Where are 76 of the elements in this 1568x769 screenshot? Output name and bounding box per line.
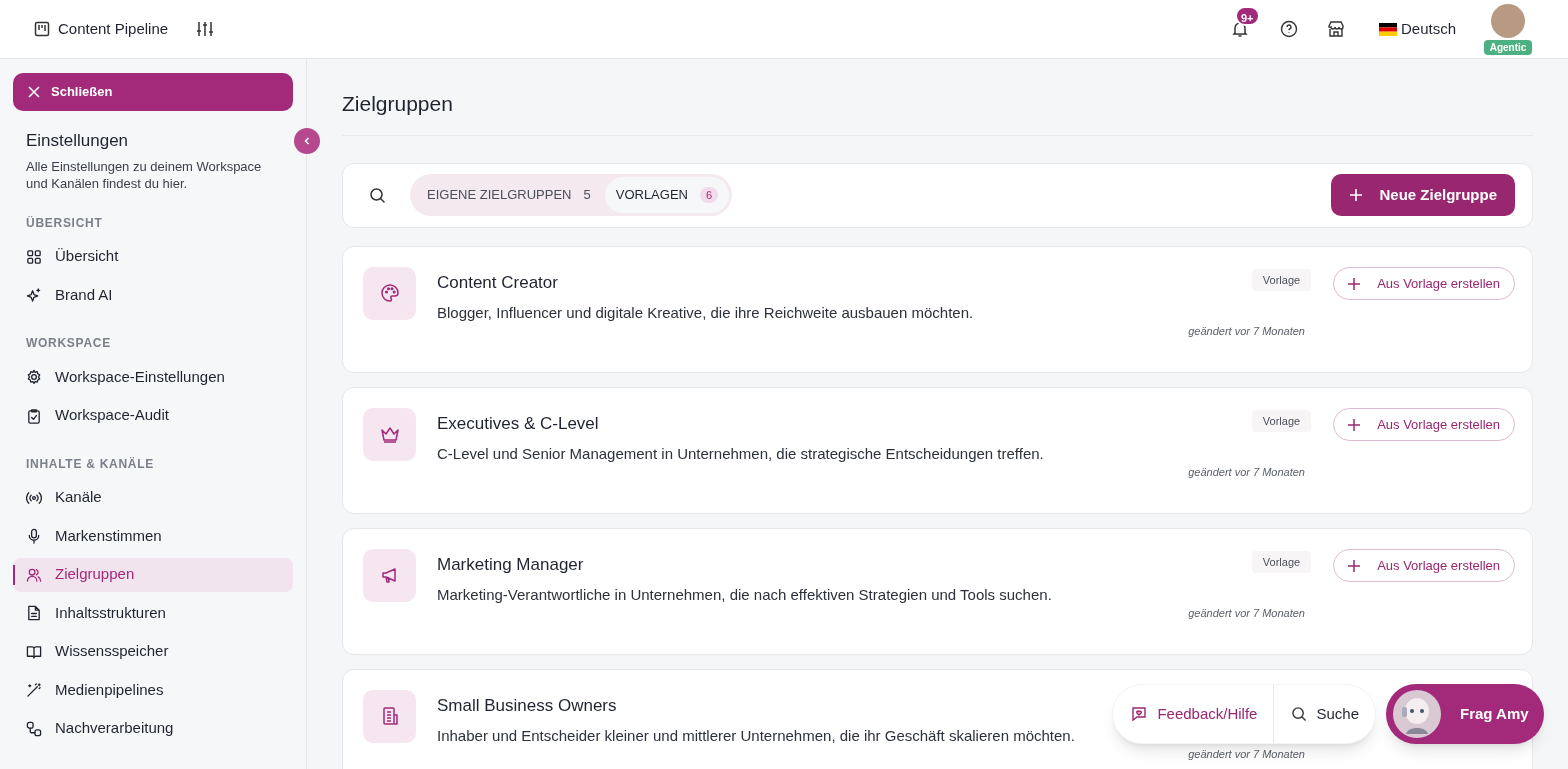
new-audience-button[interactable]: Neue Zielgruppe (1331, 174, 1515, 216)
bell-icon[interactable] (1230, 20, 1249, 38)
tab[interactable]: VORLAGEN 6 (604, 177, 730, 213)
template-badge: Vorlage (1251, 550, 1312, 573)
kanban-icon (34, 21, 50, 37)
plus-icon (1348, 277, 1361, 290)
plan-badge: Agentic (1483, 40, 1533, 55)
plus-icon (1348, 418, 1361, 431)
close-icon (27, 85, 41, 99)
file-icon (26, 605, 42, 621)
language-selector[interactable]: Deutsch (1400, 17, 1456, 41)
mic-icon (26, 528, 42, 544)
card-description: C-Level und Senior Management in Unternehmen, die strategische Entscheidungen treffen. (437, 444, 1044, 464)
sparkles-icon (26, 287, 42, 303)
app-title[interactable]: Content Pipeline (58, 17, 169, 41)
section-heading: ÜBERSICHT (25, 214, 104, 232)
notification-badge: 9+ (1234, 6, 1260, 26)
plus-icon (1349, 188, 1364, 202)
megaphone-icon (363, 548, 416, 602)
section-heading: WORKSPACE (25, 335, 112, 352)
card-title: Small Business Owners (437, 694, 617, 717)
broadcast-icon (26, 489, 42, 506)
sidebar-item[interactable]: Übersicht (13, 239, 293, 274)
card-title: Executives & C-Level (437, 412, 599, 435)
card-title: Content Creator (437, 271, 558, 294)
wand-icon (26, 682, 42, 698)
template-badge: Vorlage (1251, 409, 1312, 432)
sidebar-item[interactable]: Kanäle (13, 480, 293, 515)
building-icon (363, 689, 416, 743)
modified-date: geändert vor 7 Monaten (1188, 605, 1305, 621)
chevron-left-icon (302, 136, 312, 146)
modified-date: geändert vor 7 Monaten (1188, 323, 1305, 339)
avatar[interactable] (1491, 4, 1525, 38)
palette-icon (363, 266, 416, 320)
message-heart-icon (1131, 706, 1148, 722)
sidebar-item[interactable]: Nachverarbeitung (13, 711, 293, 746)
sidebar-item[interactable]: Workspace-Audit (13, 398, 293, 433)
search-button[interactable]: Suche (1274, 685, 1375, 743)
robot-avatar-icon (1392, 689, 1442, 739)
plus-icon (1348, 559, 1361, 572)
close-button[interactable]: Schließen (13, 73, 293, 111)
gear-icon (26, 369, 42, 385)
page-title: Zielgruppen (342, 59, 1533, 136)
search-icon (1291, 706, 1308, 722)
crown-icon (363, 407, 416, 461)
book-icon (26, 643, 42, 660)
modified-date: geändert vor 7 Monaten (1188, 746, 1305, 762)
sidebar-description: Alle Einstellungen zu deinem Workspace und Kanälen findest du hier. (25, 157, 263, 192)
sliders-icon[interactable] (196, 20, 215, 38)
collapse-button[interactable] (294, 128, 320, 154)
template-badge: Vorlage (1251, 268, 1312, 291)
card-description: Blogger, Influencer und digitale Kreative, die ihre Reichweite ausbauen möchten. (437, 303, 974, 323)
card-description: Inhaber und Entscheider kleiner und mittlerer Unternehmen, die ihr Geschäft skalieren möchten. (437, 726, 1075, 746)
section-heading: INHALTE & KANÄLE (25, 455, 155, 473)
sidebar-item[interactable]: Brand AI (13, 278, 293, 312)
sidebar-title: Einstellungen (25, 130, 130, 152)
sidebar-item[interactable]: Inhaltsstrukturen (13, 596, 293, 630)
feedback-button[interactable]: Feedback/Hilfe (1113, 685, 1275, 743)
search-icon[interactable] (369, 186, 386, 204)
sidebar-item[interactable]: Workspace-Einstellungen (13, 360, 293, 394)
tab[interactable]: EIGENE ZIELGRUPPEN 5 (413, 177, 605, 213)
sidebar-item[interactable]: Medienpipelines (13, 673, 293, 707)
sidebar-item[interactable]: Wissensspeicher (13, 634, 293, 669)
card-description: Marketing-Verantwortliche in Unternehmen, die nach effektiven Strategien und Tools suchen. (437, 585, 1052, 605)
card-title: Marketing Manager (437, 553, 584, 576)
help-icon[interactable] (1279, 20, 1298, 38)
assistant-button[interactable]: Frag Amy (1386, 684, 1544, 744)
route-icon (26, 720, 42, 737)
store-icon[interactable] (1326, 20, 1345, 38)
flag-icon (1378, 22, 1397, 36)
sidebar-item[interactable]: Markenstimmen (13, 519, 293, 553)
sidebar-item[interactable]: Zielgruppen (13, 557, 293, 592)
clipboard-icon (26, 407, 42, 424)
users-icon (26, 566, 42, 583)
grid-icon (26, 248, 42, 265)
modified-date: geändert vor 7 Monaten (1188, 464, 1305, 480)
